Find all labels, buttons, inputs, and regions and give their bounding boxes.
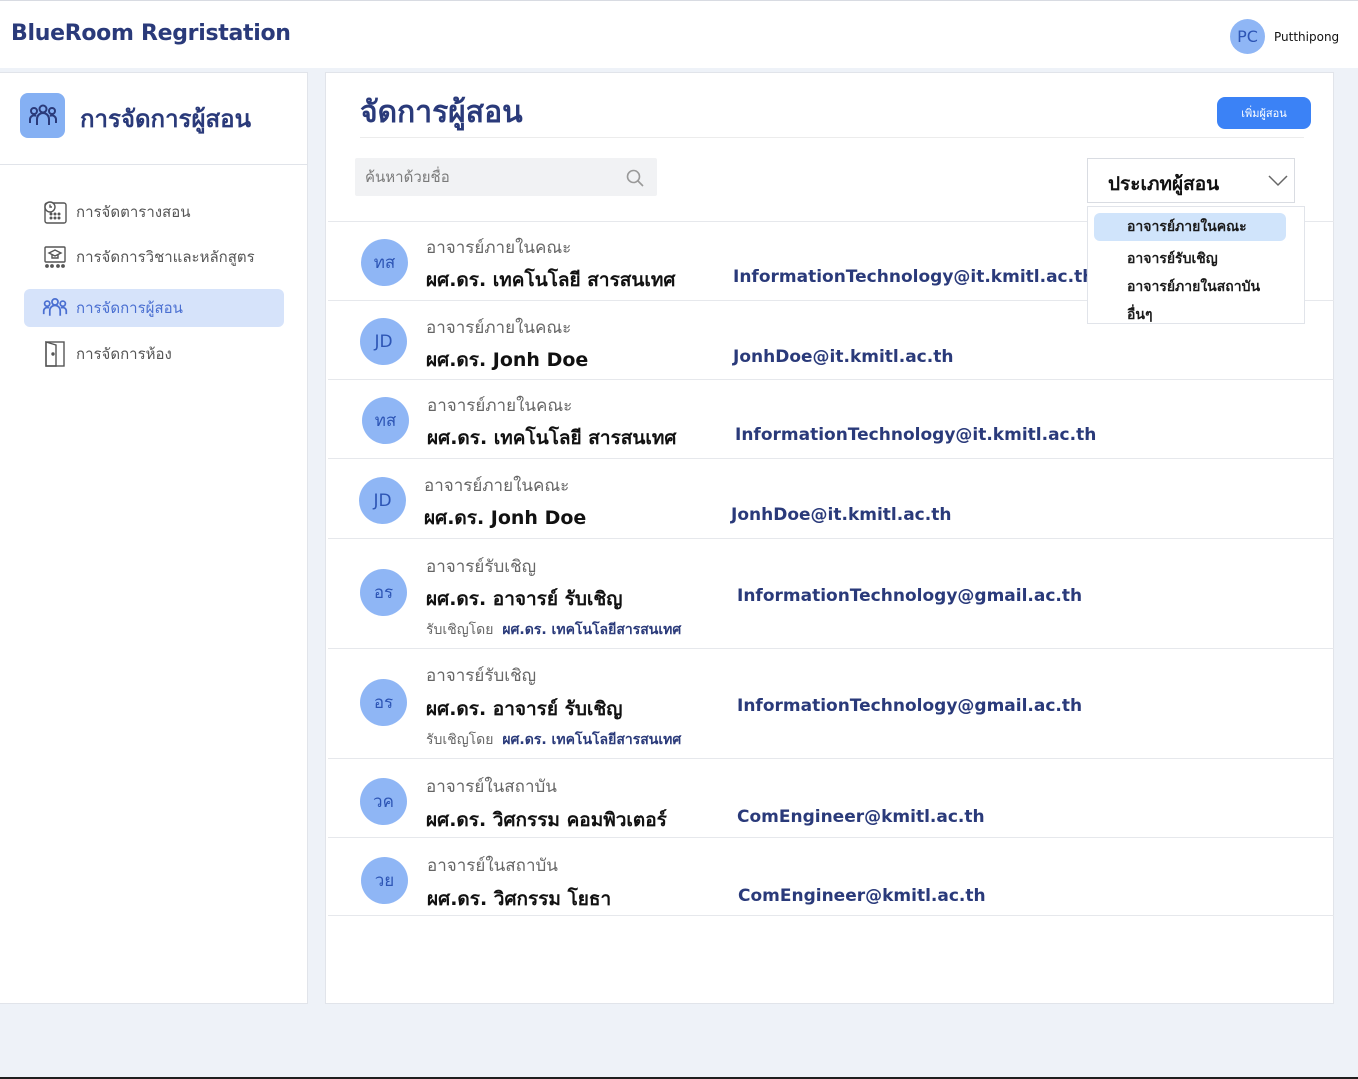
instructor-email[interactable]: JonhDoe@it.kmitl.ac.th (733, 347, 953, 367)
instructor-row[interactable]: JD อาจารย์ภายในคณะ ผศ.ดร. Jonh Doe JonhD… (328, 458, 1334, 538)
invited-by: รับเชิญโดย ผศ.ดร. เทคโนโลยีสารสนเทศ (426, 619, 681, 641)
instructor-name: ผศ.ดร. อาจารย์ รับเชิญ (426, 698, 623, 720)
search-icon[interactable] (625, 168, 645, 188)
instructor-type: อาจารย์ภายในคณะ (426, 318, 572, 338)
invited-by-label: รับเชิญโดย (426, 622, 494, 638)
instructor-row[interactable]: วค อาจารย์ในสถาบัน ผศ.ดร. วิศกรรม คอมพิว… (328, 758, 1334, 837)
instructor-row[interactable]: วย อาจารย์ในสถาบัน ผศ.ดร. วิศกรรม โยธา C… (328, 837, 1334, 916)
main-panel: จัดการผู้สอน เพิ่มผู้สอน ประเภทผู้สอน อา… (325, 72, 1334, 1004)
instructor-type: อาจารย์รับเชิญ (426, 666, 537, 686)
avatar: อร (360, 569, 407, 616)
people-group-icon (42, 295, 68, 321)
course-board-icon (42, 244, 68, 270)
avatar: ทส (361, 239, 408, 286)
sidebar-item-label: การจัดตารางสอน (76, 203, 191, 221)
door-icon (42, 341, 68, 367)
dropdown-option[interactable]: อื่นๆ (1094, 301, 1286, 323)
invited-by-name[interactable]: ผศ.ดร. เทคโนโลยีสารสนเทศ (502, 622, 681, 638)
invited-by-label: รับเชิญโดย (426, 732, 494, 748)
instructor-type: อาจารย์ในสถาบัน (426, 777, 557, 797)
avatar: JD (359, 477, 406, 524)
avatar: วย (361, 857, 408, 904)
instructor-name: ผศ.ดร. Jonh Doe (426, 349, 589, 371)
sidebar-item-schedule[interactable]: การจัดตารางสอน (24, 193, 284, 231)
instructor-name: ผศ.ดร. วิศกรรม โยธา (427, 888, 612, 910)
instructor-name: ผศ.ดร. เทคโนโลยี สารสนเทศ (427, 427, 677, 449)
avatar: วค (360, 778, 407, 825)
select-value: ประเภทผู้สอน (1108, 173, 1220, 195)
top-bar: BlueRoom Regristation PC Putthipong (0, 0, 1358, 68)
divider (360, 137, 1304, 138)
user-avatar[interactable]: PC (1230, 19, 1265, 54)
avatar: JD (360, 318, 407, 365)
sidebar-title: การจัดการผู้สอน (80, 105, 251, 133)
instructor-email[interactable]: InformationTechnology@it.kmitl.ac.th (735, 425, 1096, 445)
instructor-name: ผศ.ดร. วิศกรรม คอมพิวเตอร์ (426, 809, 667, 831)
instructor-email[interactable]: InformationTechnology@it.kmitl.ac.th (733, 267, 1094, 287)
sidebar: การจัดการผู้สอน การจัดตารางสอน การจัดการ… (0, 72, 308, 1004)
instructor-email[interactable]: InformationTechnology@gmail.ac.th (737, 696, 1082, 716)
instructor-type: อาจารย์ภายในคณะ (424, 476, 570, 496)
search-box (355, 158, 657, 196)
avatar: อร (360, 679, 407, 726)
instructor-row[interactable]: ทส อาจารย์ภายในคณะ ผศ.ดร. เทคโนโลยี สารส… (328, 379, 1334, 458)
chevron-down-icon (1268, 175, 1288, 187)
people-group-icon (20, 93, 65, 138)
invited-by: รับเชิญโดย ผศ.ดร. เทคโนโลยีสารสนเทศ (426, 729, 681, 751)
sidebar-item-label: การจัดการห้อง (76, 345, 172, 363)
sidebar-item-label: การจัดการวิชาและหลักสูตร (76, 248, 255, 266)
instructor-name: ผศ.ดร. Jonh Doe (424, 507, 587, 529)
search-input[interactable] (355, 158, 615, 196)
sidebar-item-rooms[interactable]: การจัดการห้อง (24, 335, 284, 373)
add-instructor-button[interactable]: เพิ่มผู้สอน (1217, 97, 1311, 129)
dropdown-option[interactable]: อาจารย์ภายในคณะ (1094, 213, 1286, 241)
instructor-type-dropdown: อาจารย์ภายในคณะ อาจารย์รับเชิญ อาจารย์ภา… (1087, 206, 1305, 324)
instructor-email[interactable]: InformationTechnology@gmail.ac.th (737, 586, 1082, 606)
instructor-type: อาจารย์ในสถาบัน (427, 856, 558, 876)
instructor-row[interactable]: อร อาจารย์รับเชิญ ผศ.ดร. อาจารย์ รับเชิญ… (328, 648, 1334, 758)
instructor-name: ผศ.ดร. เทคโนโลยี สารสนเทศ (426, 269, 676, 291)
sidebar-item-courses[interactable]: การจัดการวิชาและหลักสูตร (24, 238, 284, 276)
user-name[interactable]: Putthipong (1274, 30, 1339, 44)
avatar: ทส (362, 397, 409, 444)
dropdown-option[interactable]: อาจารย์ภายในสถาบัน (1094, 273, 1286, 301)
instructor-email[interactable]: JonhDoe@it.kmitl.ac.th (731, 505, 951, 525)
instructor-name: ผศ.ดร. อาจารย์ รับเชิญ (426, 588, 623, 610)
app-brand[interactable]: BlueRoom Regristation (11, 21, 291, 46)
instructor-type: อาจารย์รับเชิญ (426, 557, 537, 577)
sidebar-item-label: การจัดการผู้สอน (76, 299, 183, 317)
invited-by-name[interactable]: ผศ.ดร. เทคโนโลยีสารสนเทศ (502, 732, 681, 748)
instructor-type: อาจารย์ภายในคณะ (427, 396, 573, 416)
schedule-icon (42, 199, 68, 225)
instructor-row[interactable]: อร อาจารย์รับเชิญ ผศ.ดร. อาจารย์ รับเชิญ… (328, 538, 1334, 648)
page-title: จัดการผู้สอน (360, 95, 523, 130)
instructor-email[interactable]: ComEngineer@kmitl.ac.th (738, 886, 986, 906)
instructor-type: อาจารย์ภายในคณะ (426, 238, 572, 258)
dropdown-option[interactable]: อาจารย์รับเชิญ (1094, 245, 1286, 273)
sidebar-header: การจัดการผู้สอน (0, 73, 307, 165)
instructor-email[interactable]: ComEngineer@kmitl.ac.th (737, 807, 985, 827)
instructor-type-select[interactable]: ประเภทผู้สอน (1087, 158, 1295, 203)
sidebar-item-instructors[interactable]: การจัดการผู้สอน (24, 289, 284, 327)
